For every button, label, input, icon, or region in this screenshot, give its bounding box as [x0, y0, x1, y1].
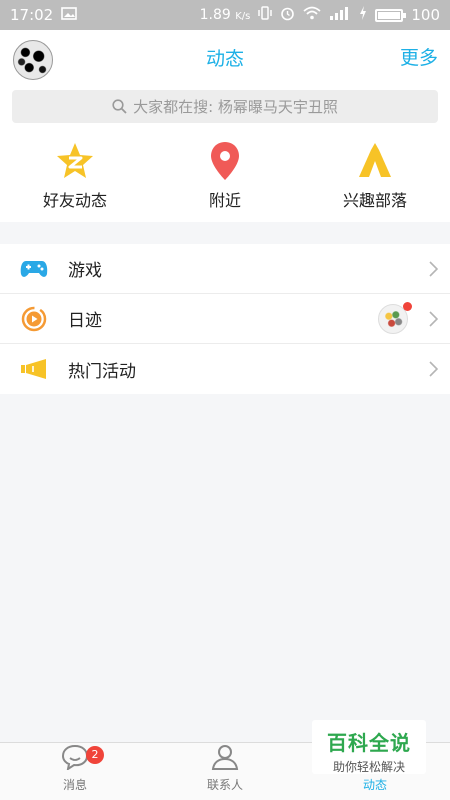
list-item-games[interactable]: 游戏: [0, 244, 450, 294]
search-icon: [112, 99, 127, 114]
list-item-hot-events[interactable]: 热门活动: [0, 344, 450, 394]
list-item-label: 热门活动: [68, 361, 136, 382]
watermark: 百科全说 助你轻松解决: [312, 720, 426, 774]
chevron-right-icon: [429, 261, 439, 281]
vibrate-icon: [258, 6, 273, 24]
shortcut-grid: 好友动态 附近 兴趣部落: [0, 130, 450, 222]
status-time: 17:02: [10, 6, 54, 24]
list-item-label: 游戏: [68, 261, 102, 281]
watermark-subtitle: 助你轻松解决: [332, 760, 405, 774]
header: 动态 更多: [0, 30, 450, 82]
tab-contacts[interactable]: 联系人: [150, 743, 300, 800]
page-title: 动态: [205, 48, 244, 70]
image-notification-icon: [61, 6, 78, 24]
shortcut-label: 兴趣部落: [342, 191, 407, 210]
megaphone-icon: [0, 358, 68, 380]
watermark-title: 百科全说: [327, 731, 411, 755]
shortcut-label: 附近: [208, 191, 241, 210]
wifi-icon: [303, 6, 321, 24]
shortcut-friend-feed[interactable]: 好友动态: [0, 130, 150, 211]
signal-icon: [329, 6, 351, 24]
unread-dot: [403, 302, 412, 311]
search-input[interactable]: 大家都在搜: 杨幂曝马天宇丑照: [12, 90, 438, 123]
unread-badge: 2: [86, 746, 104, 764]
tent-icon: [355, 140, 395, 182]
battery-icon: [375, 8, 407, 22]
alarm-icon: [280, 6, 295, 25]
tab-label: 联系人: [206, 778, 243, 792]
location-pin-icon: [209, 140, 241, 182]
chevron-right-icon: [429, 311, 439, 331]
search-placeholder: 大家都在搜: 杨幂曝马天宇丑照: [133, 98, 338, 116]
chat-bubble-icon: [61, 744, 89, 774]
tab-messages[interactable]: 2 消息: [0, 743, 150, 800]
more-button[interactable]: 更多: [400, 43, 438, 70]
list-item-daily-trace[interactable]: 日迹: [0, 294, 450, 344]
shortcut-label: 好友动态: [42, 191, 107, 210]
battery-level: 100: [411, 6, 440, 24]
charging-icon: [359, 6, 367, 24]
tab-label: 动态: [362, 778, 387, 792]
gamepad-icon: [0, 259, 68, 279]
tab-label: 消息: [62, 778, 87, 792]
status-bar: 17:02 1.89 K/s 100: [0, 0, 450, 30]
shortcut-nearby[interactable]: 附近: [150, 130, 300, 211]
feature-list: 游戏 日迹 热门活动: [0, 244, 450, 394]
shortcut-interest-tribe[interactable]: 兴趣部落: [300, 130, 450, 211]
search-area: 大家都在搜: 杨幂曝马天宇丑照: [0, 82, 450, 130]
qzone-star-icon: [55, 140, 95, 182]
play-circle-icon: [0, 306, 68, 332]
network-speed: 1.89 K/s: [199, 7, 251, 23]
contacts-icon: [211, 744, 239, 774]
chevron-right-icon: [429, 361, 439, 381]
